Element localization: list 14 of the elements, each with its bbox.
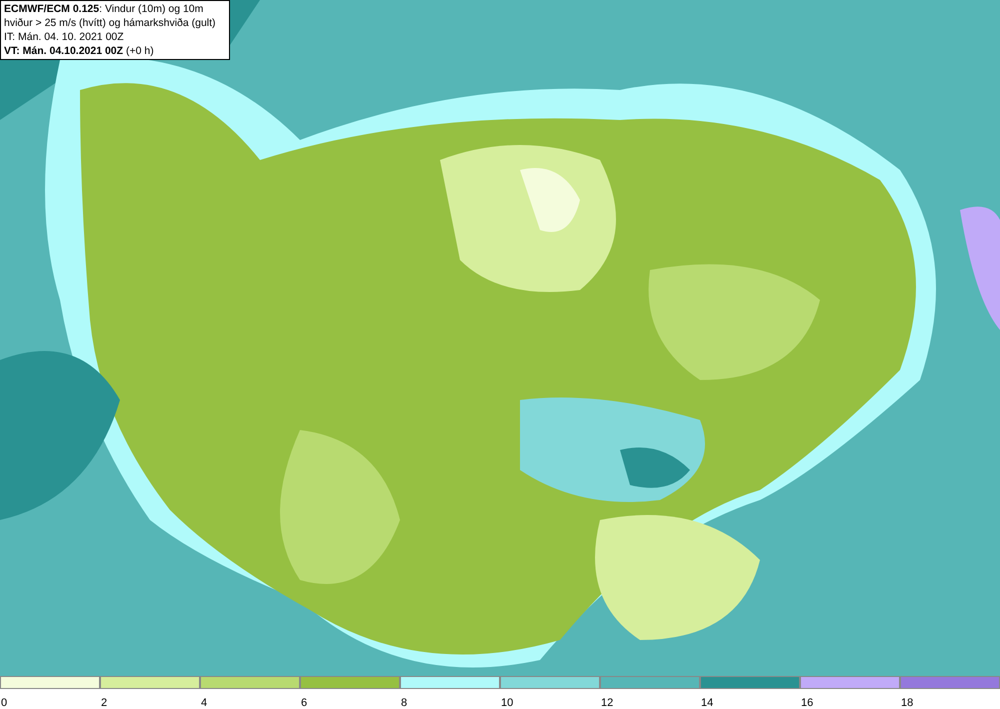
- legend-label: 16: [800, 697, 814, 709]
- header-line: ECMWF/ECM 0.125: Vindur (10m) og 10m: [4, 2, 204, 16]
- legend-label: 2: [100, 697, 108, 709]
- legend-label: 14: [700, 697, 714, 709]
- legend-label: 12: [600, 697, 614, 709]
- header-line: IT: Mán. 04. 10. 2021 00Z: [4, 30, 125, 44]
- legend-label: 18: [900, 697, 914, 709]
- header-line: VT: Mán. 04.10.2021 00Z (+0 h): [4, 44, 155, 58]
- legend-label: 8: [400, 697, 408, 709]
- legend-label: 0: [0, 697, 8, 709]
- legend-label: 10: [500, 697, 514, 709]
- header-line: hviður > 25 m/s (hvítt) og hámarkshviða (gult): [4, 16, 217, 30]
- legend-label: 6: [300, 697, 308, 709]
- legend-label: 4: [200, 697, 208, 709]
